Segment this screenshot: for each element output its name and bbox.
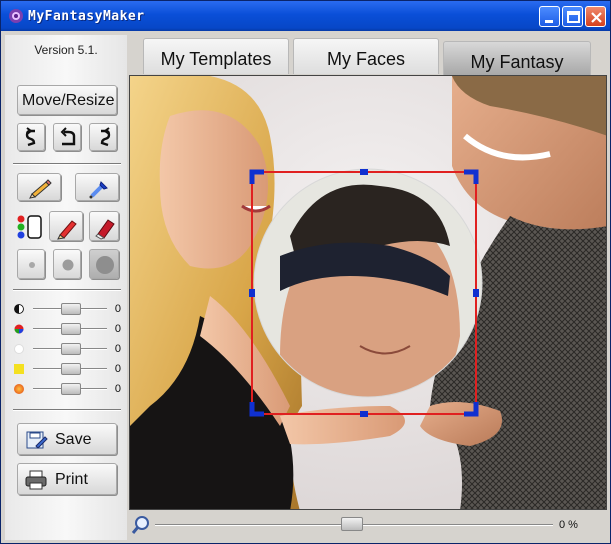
print-button[interactable]: Print bbox=[17, 463, 117, 495]
pencil-icon bbox=[29, 179, 52, 199]
brush-size-large[interactable] bbox=[89, 249, 119, 279]
large-dot-icon bbox=[96, 256, 114, 274]
zoom-slider-thumb[interactable] bbox=[341, 517, 363, 531]
tab-my-fantasy[interactable]: My Fantasy bbox=[443, 41, 591, 75]
print-label: Print bbox=[55, 471, 88, 488]
window-title: MyFantasyMaker bbox=[28, 9, 145, 24]
zoom-value: 0 % bbox=[559, 519, 578, 531]
minimize-button[interactable] bbox=[539, 6, 560, 27]
divider bbox=[13, 163, 121, 165]
magnifier-icon[interactable] bbox=[131, 515, 151, 535]
rotate-left-icon bbox=[25, 127, 36, 147]
brush-size-medium[interactable] bbox=[53, 249, 81, 279]
maximize-icon bbox=[567, 11, 580, 23]
slider-thumb[interactable] bbox=[61, 363, 81, 375]
close-icon bbox=[591, 12, 602, 23]
rotate-right-button[interactable] bbox=[89, 123, 117, 151]
close-button[interactable] bbox=[585, 6, 606, 27]
rgb-icon bbox=[14, 324, 24, 334]
tab-label: My Fantasy bbox=[470, 52, 564, 72]
slider-thumb[interactable] bbox=[61, 303, 81, 315]
eyedropper-tool-button[interactable] bbox=[75, 173, 119, 201]
move-resize-label: Move/Resize bbox=[22, 92, 115, 109]
slider-thumb[interactable] bbox=[61, 323, 81, 335]
rotate-180-icon bbox=[60, 127, 76, 146]
minimize-icon bbox=[545, 20, 553, 23]
divider bbox=[13, 289, 121, 291]
title-bar[interactable]: MyFantasyMaker bbox=[1, 1, 610, 31]
red-dot-icon bbox=[14, 384, 24, 394]
move-resize-button[interactable]: Move/Resize bbox=[17, 85, 117, 115]
yellow-dot-icon bbox=[14, 364, 24, 374]
brush-size-small[interactable] bbox=[17, 249, 45, 279]
composite-photo bbox=[130, 76, 606, 509]
brush-icon bbox=[57, 220, 77, 240]
eyedropper-icon bbox=[89, 181, 108, 199]
color-palette-icon[interactable] bbox=[15, 211, 45, 241]
eraser-tool-button[interactable] bbox=[89, 211, 119, 241]
tab-label: My Faces bbox=[326, 49, 405, 69]
small-dot-icon bbox=[29, 262, 35, 268]
save-button[interactable]: Save bbox=[17, 423, 117, 455]
save-icon bbox=[26, 431, 48, 449]
divider bbox=[13, 409, 121, 411]
slider-value: 0 bbox=[114, 303, 121, 315]
contrast-icon bbox=[14, 304, 24, 314]
white-dot-icon bbox=[14, 344, 24, 354]
pencil-tool-button[interactable] bbox=[17, 173, 61, 201]
save-label: Save bbox=[55, 431, 92, 448]
yellow-slider[interactable]: 0 bbox=[11, 361, 123, 377]
slider-thumb[interactable] bbox=[61, 383, 81, 395]
brush-tool-button[interactable] bbox=[49, 211, 83, 241]
slider-value: 0 bbox=[114, 343, 121, 355]
white-slider[interactable]: 0 bbox=[11, 341, 123, 357]
tab-my-faces[interactable]: My Faces bbox=[293, 38, 439, 74]
brightness-slider[interactable]: 0 bbox=[11, 301, 123, 317]
eraser-icon bbox=[95, 219, 115, 240]
photo-canvas[interactable] bbox=[129, 75, 607, 510]
red-slider[interactable]: 0 bbox=[11, 381, 123, 397]
maximize-button[interactable] bbox=[562, 6, 583, 27]
medium-dot-icon bbox=[62, 259, 74, 271]
slider-thumb[interactable] bbox=[61, 343, 81, 355]
slider-value: 0 bbox=[114, 383, 121, 395]
slider-value: 0 bbox=[114, 363, 121, 375]
printer-icon bbox=[25, 470, 47, 490]
tool-panel: Version 5.1. Move/Resize 0 0 0 0 0 Save … bbox=[5, 35, 127, 540]
rotate-right-icon bbox=[100, 127, 111, 147]
tab-my-templates[interactable]: My Templates bbox=[143, 38, 289, 74]
version-label: Version 5.1. bbox=[34, 43, 98, 57]
rotate-180-button[interactable] bbox=[53, 123, 81, 151]
app-window: MyFantasyMaker Version 5.1. Move/Resize bbox=[0, 0, 611, 544]
zoom-bar: 0 % bbox=[129, 513, 607, 541]
color-slider[interactable]: 0 bbox=[11, 321, 123, 337]
rotate-left-button[interactable] bbox=[17, 123, 45, 151]
tab-label: My Templates bbox=[160, 49, 272, 69]
app-icon bbox=[9, 9, 23, 23]
slider-value: 0 bbox=[114, 323, 121, 335]
